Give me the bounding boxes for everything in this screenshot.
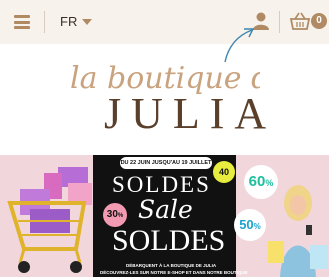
banner-headline-bottom: SOLDES — [112, 224, 226, 257]
discount-badge-30: 30% — [103, 203, 127, 227]
divider — [279, 11, 280, 33]
sales-banner[interactable]: DU 22 JUIN JUSQU'AU 19 JUILLET SOLDES Sa… — [0, 155, 329, 277]
chevron-down-icon — [82, 19, 93, 25]
language-selector[interactable]: FR — [60, 14, 93, 29]
discount-badge-50: 50% — [234, 209, 266, 241]
top-bar: FR 0 — [0, 0, 329, 44]
banner-date: DU 22 JUIN JUSQU'AU 19 JUILLET — [120, 157, 212, 169]
banner-line-2: DÉCOUVREZ-LES SUR NOTRE E-SHOP ET DANS N… — [100, 270, 248, 275]
discount-badge-40: 40 — [213, 161, 235, 183]
divider — [44, 11, 45, 33]
cart-count-badge: 0 — [311, 13, 327, 29]
shopper-photo — [268, 185, 328, 277]
basket-icon[interactable] — [290, 12, 310, 30]
logo-name[interactable]: JULIA — [104, 88, 276, 139]
hamburger-menu-icon[interactable] — [14, 15, 30, 29]
banner-line-1: DÉBARQUENT À LA BOUTIQUE DE JULIA — [126, 263, 217, 268]
language-label: FR — [60, 14, 78, 29]
banner-headline-script: Sale — [138, 195, 193, 224]
shopping-cart-illustration — [7, 167, 92, 273]
